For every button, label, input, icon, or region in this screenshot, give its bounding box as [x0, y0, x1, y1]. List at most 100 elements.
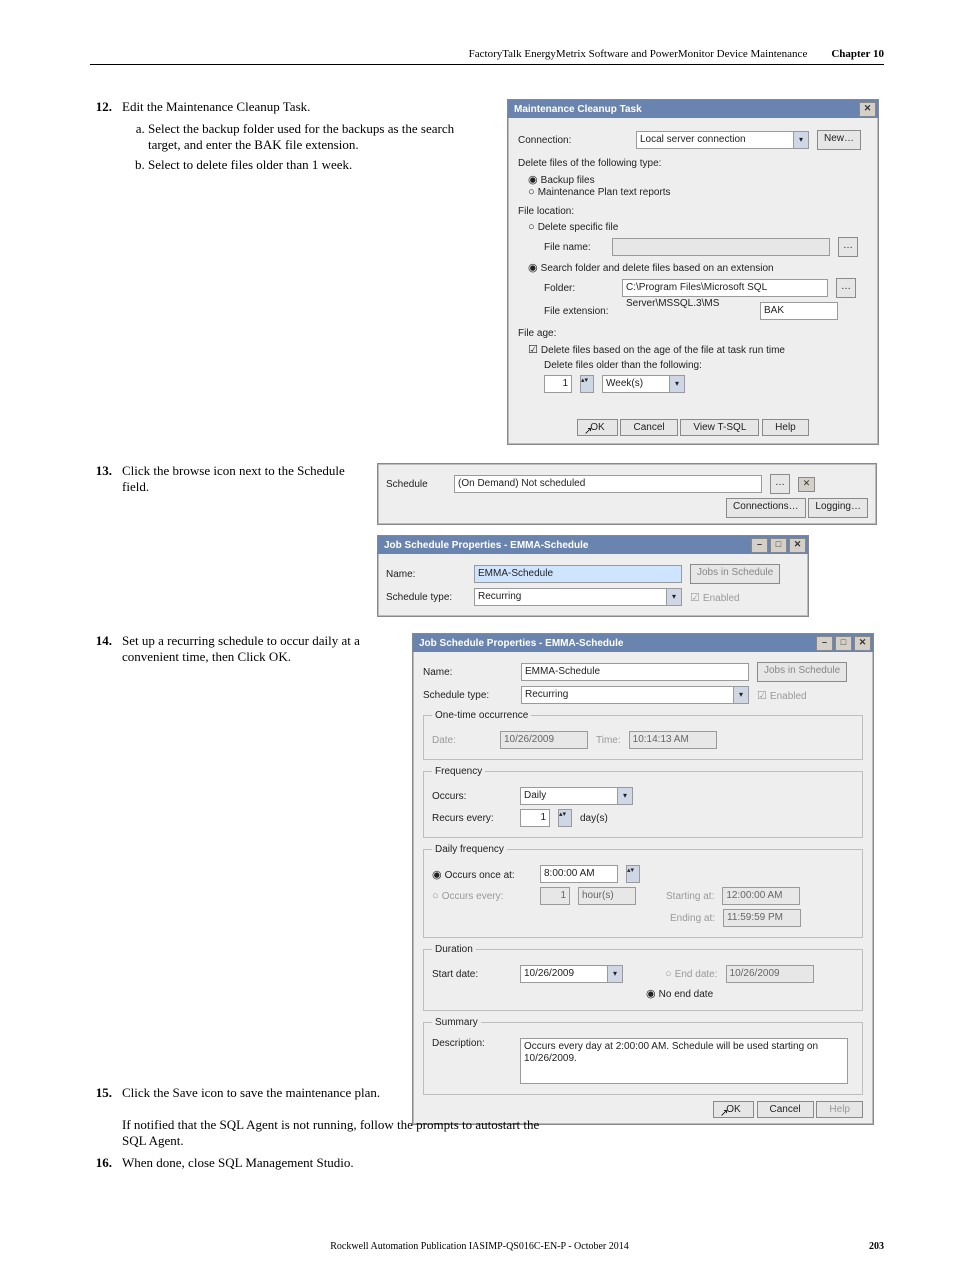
step-number: 12.	[90, 99, 112, 177]
chevron-down-icon: ▾	[608, 965, 623, 983]
schedule-strip: Schedule (On Demand) Not scheduled … ✕ C…	[377, 463, 877, 525]
summary-group: Summary Description: Occurs every day at…	[423, 1017, 863, 1095]
browse-folder-button[interactable]: …	[836, 278, 856, 298]
older-than-label: Delete files older than the following:	[544, 360, 868, 371]
close-icon[interactable]: ✕	[859, 102, 876, 117]
cancel-button[interactable]: Cancel	[757, 1101, 814, 1118]
name-label: Name:	[423, 667, 513, 678]
new-connection-button[interactable]: New…	[817, 130, 861, 150]
opt-no-end-date[interactable]: No end date	[646, 987, 713, 1000]
name-input[interactable]: EMMA-Schedule	[474, 565, 682, 583]
enabled-checkbox[interactable]: Enabled	[757, 689, 807, 702]
maximize-icon[interactable]: □	[835, 636, 852, 651]
opt-occurs-once[interactable]: Occurs once at:	[432, 868, 532, 881]
frequency-legend: Frequency	[432, 766, 485, 777]
jobs-in-schedule-button[interactable]: Jobs in Schedule	[757, 662, 847, 682]
cleanup-task-dialog: Maintenance Cleanup Task ✕ Connection: L…	[507, 99, 879, 445]
spinner-icon[interactable]: ▴▾	[558, 809, 572, 827]
logging-button[interactable]: Logging…	[808, 498, 868, 518]
ok-button[interactable]: OK	[577, 419, 617, 436]
occurs-dropdown[interactable]: Daily ▾	[520, 787, 633, 805]
extension-label: File extension:	[544, 306, 614, 317]
page: FactoryTalk EnergyMetrix Software and Po…	[0, 0, 954, 1282]
type-label: Schedule type:	[423, 690, 513, 701]
cleanup-titlebar: Maintenance Cleanup Task ✕	[508, 100, 878, 118]
connection-dropdown[interactable]: Local server connection ▾	[636, 131, 809, 149]
cancel-button[interactable]: Cancel	[620, 419, 677, 436]
publication-id: Rockwell Automation Publication IASIMP-Q…	[330, 1241, 629, 1252]
start-date-dropdown[interactable]: 10/26/2009 ▾	[520, 965, 623, 983]
age-number[interactable]: 1	[544, 375, 572, 393]
step-13: 13. Click the browse icon next to the Sc…	[90, 463, 355, 495]
schedule-browse-button[interactable]: …	[770, 474, 790, 494]
ok-button[interactable]: OK	[713, 1101, 753, 1118]
type-dropdown[interactable]: Recurring ▾	[521, 686, 749, 704]
extension-input[interactable]: BAK	[760, 302, 838, 320]
step-15: 15. Click the Save icon to save the main…	[90, 1085, 440, 1101]
step-12: 12. Edit the Maintenance Cleanup Task. S…	[90, 99, 485, 177]
occurs-every-unit: hour(s)	[578, 887, 636, 905]
jobs-in-schedule-button[interactable]: Jobs in Schedule	[690, 564, 780, 584]
enabled-checkbox[interactable]: Enabled	[690, 591, 740, 604]
opt-specific-file[interactable]: Delete specific file	[528, 221, 868, 233]
time-input: 10:14:13 AM	[629, 731, 717, 749]
folder-input[interactable]: C:\Program Files\Microsoft SQL Server\MS…	[622, 279, 828, 297]
view-tsql-button[interactable]: View T-SQL	[680, 419, 759, 436]
schedule-label: Schedule	[386, 479, 446, 490]
chk-delete-on-age[interactable]: Delete files based on the age of the fil…	[528, 343, 868, 356]
chevron-down-icon: ▾	[667, 588, 682, 606]
help-button[interactable]: Help	[762, 419, 809, 436]
recurs-unit: day(s)	[580, 813, 608, 824]
connection-label: Connection:	[518, 135, 628, 146]
duration-group: Duration Start date: 10/26/2009 ▾ End da…	[423, 944, 863, 1011]
one-time-legend: One-time occurrence	[432, 710, 531, 721]
type-dropdown[interactable]: Recurring ▾	[474, 588, 682, 606]
duration-legend: Duration	[432, 944, 476, 955]
opt-search-folder[interactable]: Search folder and delete files based on …	[528, 261, 868, 274]
close-icon[interactable]: ✕	[789, 538, 806, 553]
chevron-down-icon: ▾	[734, 686, 749, 704]
minimize-icon[interactable]: –	[751, 538, 768, 553]
file-name-label: File name:	[544, 242, 604, 253]
running-head-title: FactoryTalk EnergyMetrix Software and Po…	[469, 48, 808, 60]
cleanup-title: Maintenance Cleanup Task	[514, 104, 642, 115]
schedule-field[interactable]: (On Demand) Not scheduled	[454, 475, 762, 493]
running-head-chapter: Chapter 10	[831, 48, 884, 60]
chevron-down-icon: ▾	[670, 375, 685, 393]
schedule-titlebar: Job Schedule Properties - EMMA-Schedule …	[413, 634, 873, 652]
step-text: Set up a recurring schedule to occur dai…	[122, 633, 390, 665]
step-number: 13.	[90, 463, 112, 495]
page-number: 203	[869, 1241, 884, 1252]
file-name-input	[612, 238, 830, 256]
folder-label: Folder:	[544, 283, 614, 294]
opt-plan-reports[interactable]: Maintenance Plan text reports	[528, 186, 868, 198]
opt-occurs-every[interactable]: Occurs every:	[432, 890, 532, 902]
schedule-title: Job Schedule Properties - EMMA-Schedule	[419, 638, 623, 649]
step-12b: Select to delete files older than 1 week…	[148, 157, 485, 173]
spinner-icon[interactable]: ▴▾	[626, 865, 640, 883]
chevron-down-icon: ▾	[794, 131, 809, 149]
name-input[interactable]: EMMA-Schedule	[521, 663, 749, 681]
connections-button[interactable]: Connections…	[726, 498, 806, 518]
opt-end-date[interactable]: End date:	[665, 968, 718, 980]
schedule-dialog-small: Job Schedule Properties - EMMA-Schedule …	[377, 535, 809, 617]
occurs-once-time[interactable]: 8:00:00 AM	[540, 865, 618, 883]
opt-backup-files[interactable]: Backup files	[528, 173, 868, 186]
start-date-label: Start date:	[432, 969, 512, 980]
close-icon[interactable]: ✕	[854, 636, 871, 651]
spinner-icon[interactable]: ▴▾	[580, 375, 594, 393]
recurs-label: Recurs every:	[432, 813, 512, 824]
description-label: Description:	[432, 1038, 512, 1049]
minimize-icon[interactable]: –	[816, 636, 833, 651]
help-button[interactable]: Help	[816, 1101, 863, 1118]
recurs-number[interactable]: 1	[520, 809, 550, 827]
maximize-icon[interactable]: □	[770, 538, 787, 553]
close-icon[interactable]: ✕	[798, 477, 815, 492]
occurs-label: Occurs:	[432, 791, 512, 802]
type-value: Recurring	[521, 686, 734, 704]
type-label: Schedule type:	[386, 592, 466, 603]
browse-file-button[interactable]: …	[838, 237, 858, 257]
step-text: Click the Save icon to save the maintena…	[122, 1085, 380, 1100]
age-unit-dropdown[interactable]: Week(s) ▾	[602, 375, 685, 393]
starting-at-label: Starting at:	[666, 891, 714, 902]
